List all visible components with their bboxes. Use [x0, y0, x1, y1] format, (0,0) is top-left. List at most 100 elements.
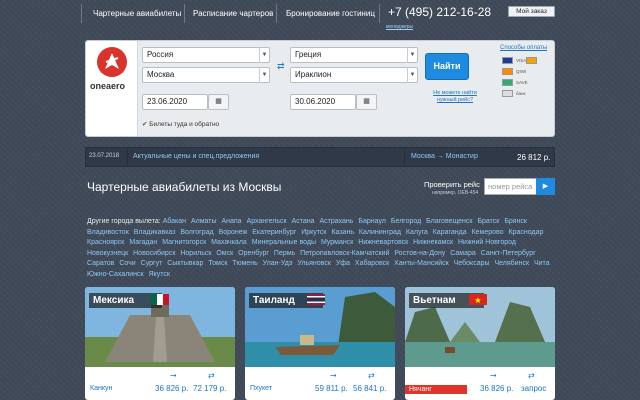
find-button[interactable]: Найти [425, 53, 469, 80]
calendar-icon[interactable]: ▦ [208, 94, 229, 110]
from-country-select[interactable]: Россия [142, 47, 270, 63]
city-link[interactable]: Белгород [391, 218, 421, 225]
city-link[interactable]: Улан-Удэ [263, 260, 293, 267]
arrow-right-icon: ➞ [330, 371, 337, 380]
logo-text: oneaero [90, 81, 126, 91]
city-list: Абакан Алматы Анапа Архангельск Астана А… [87, 218, 553, 278]
save-icon [502, 79, 513, 86]
city-link[interactable]: Алматы [191, 218, 217, 225]
city-link[interactable]: Сочи [119, 260, 135, 267]
city-link[interactable]: Казань [331, 229, 354, 236]
chevron-down-icon: ▼ [259, 47, 269, 63]
my-order-button[interactable]: Мой заказ [508, 6, 555, 17]
check-flight-button[interactable]: ▶ [536, 178, 555, 195]
city-link[interactable]: Владивосток [87, 229, 129, 236]
to-country-select[interactable]: Греция [290, 47, 418, 63]
city-link[interactable]: Махачкала [211, 239, 247, 246]
to-city-select[interactable]: Ираклион [290, 67, 418, 83]
logo-icon[interactable] [97, 47, 127, 77]
city-link[interactable]: Якутск [149, 271, 170, 278]
city-link[interactable]: Тюмень [232, 260, 257, 267]
city-link[interactable]: Сыктывкар [167, 260, 203, 267]
city-link[interactable]: Норильск [180, 250, 211, 257]
bank-icon [502, 90, 513, 97]
nav-link-charters[interactable]: Чартерные авиабилеты [93, 9, 181, 18]
city-link[interactable]: Воронеж [219, 229, 248, 236]
city-link[interactable]: Калуга [406, 229, 428, 236]
city-link[interactable]: Ханты-Мансийск [394, 260, 449, 267]
city-link[interactable]: Петропавловск-Камчатский [300, 250, 389, 257]
city-link[interactable]: Ростов-на-Дону [394, 250, 445, 257]
city-link[interactable]: Челябинск [494, 260, 529, 267]
city-link[interactable]: Караганда [433, 229, 467, 236]
date-from-input[interactable]: 23.06.2020 [142, 94, 208, 110]
city-link[interactable]: Пермь [274, 250, 295, 257]
destination-card-vietnam[interactable]: Вьетнам ★ ➞ ⇄ Нячанг 36 826 р. запрос [405, 287, 555, 400]
info-divider [404, 147, 405, 167]
city-link[interactable]: Архангельск [247, 218, 287, 225]
calendar-icon[interactable]: ▦ [356, 94, 377, 110]
city-link[interactable]: Астрахань [319, 218, 353, 225]
city-link[interactable]: Краснодар [509, 229, 544, 236]
city-link[interactable]: Нижнекамск [413, 239, 453, 246]
city-link[interactable]: Новосибирск [133, 250, 175, 257]
route-link[interactable]: Москва → Монастир [411, 153, 478, 160]
visa-icon [502, 57, 513, 64]
nav-link-schedule[interactable]: Расписание чартеров [193, 9, 273, 18]
city-link[interactable]: Омск [216, 250, 233, 257]
city-link[interactable]: Самара [450, 250, 476, 257]
nav-link-hotels[interactable]: Бронирование гостиниц [286, 9, 375, 18]
destination-card-thailand[interactable]: Таиланд ➞ ⇄ Пхукет 59 811 р. 56 841 р. [245, 287, 395, 400]
managers-link[interactable]: менеджеры [386, 24, 413, 30]
city-link[interactable]: Астана [292, 218, 315, 225]
city-link[interactable]: Владикавказ [134, 229, 176, 236]
flight-number-input[interactable]: номер рейса [484, 178, 537, 195]
chevron-down-icon: ▼ [259, 67, 269, 83]
city-link[interactable]: Хабаровск [355, 260, 389, 267]
card-price-oneway: 36 826 р. [480, 384, 514, 393]
city-link[interactable]: Калининград [359, 229, 401, 236]
city-link[interactable]: Барнаул [358, 218, 386, 225]
city-link[interactable]: Новокузнецк [87, 250, 128, 257]
roundtrip-checkbox[interactable]: ✔ Билеты туда и обратно [142, 120, 219, 128]
city-link[interactable]: Сургут [141, 260, 163, 267]
city-link[interactable]: Уфа [336, 260, 350, 267]
city-link[interactable]: Анапа [221, 218, 241, 225]
city-link[interactable]: Чита [534, 260, 550, 267]
city-link[interactable]: Красноярск [87, 239, 124, 246]
swap-arrows-icon[interactable]: ⇄ [277, 61, 285, 72]
from-city-select[interactable]: Москва [142, 67, 270, 83]
card-price-roundtrip: 56 841 р. [353, 384, 387, 393]
city-link[interactable]: Благовещенск [426, 218, 472, 225]
payment-methods-link[interactable]: Способы оплаты [500, 45, 547, 51]
city-link[interactable]: Братск [477, 218, 499, 225]
nav-divider [276, 4, 277, 23]
date-to-input[interactable]: 30.06.2020 [290, 94, 356, 110]
qiwi-icon [502, 68, 513, 75]
news-link[interactable]: Актуальные цены и спец.предложения [133, 153, 259, 160]
city-link[interactable]: Томск [208, 260, 227, 267]
city-link[interactable]: Южно-Сахалинск [87, 271, 144, 278]
mexico-flag-icon [151, 294, 169, 305]
city-link[interactable]: Магадан [129, 239, 157, 246]
city-link[interactable]: Саратов [87, 260, 114, 267]
city-link[interactable]: Санкт-Петербург [481, 250, 536, 257]
city-link[interactable]: Чебоксары [454, 260, 490, 267]
thailand-flag-icon [307, 294, 325, 305]
city-link[interactable]: Волгоград [180, 229, 213, 236]
city-link[interactable]: Екатеринбург [252, 229, 296, 236]
city-link[interactable]: Нижневартовск [358, 239, 408, 246]
city-link[interactable]: Иркутск [301, 229, 326, 236]
city-link[interactable]: Оренбург [238, 250, 269, 257]
city-link[interactable]: Брянск [504, 218, 527, 225]
city-link[interactable]: Абакан [163, 218, 186, 225]
city-link[interactable]: Магнитогорск [162, 239, 206, 246]
from-city-value: Москва [147, 70, 175, 79]
city-link[interactable]: Нижний Новгород [458, 239, 516, 246]
destination-card-mexico[interactable]: Мексика ➞ ⇄ Канкун 36 826 р. 72 179 р. [85, 287, 235, 400]
city-link[interactable]: Кемерово [472, 229, 504, 236]
not-found-link[interactable]: Не можете найти нужный рейс? [427, 90, 483, 104]
city-link[interactable]: Мурманск [321, 239, 353, 246]
city-link[interactable]: Ульяновск [297, 260, 330, 267]
city-link[interactable]: Минеральные воды [252, 239, 316, 246]
